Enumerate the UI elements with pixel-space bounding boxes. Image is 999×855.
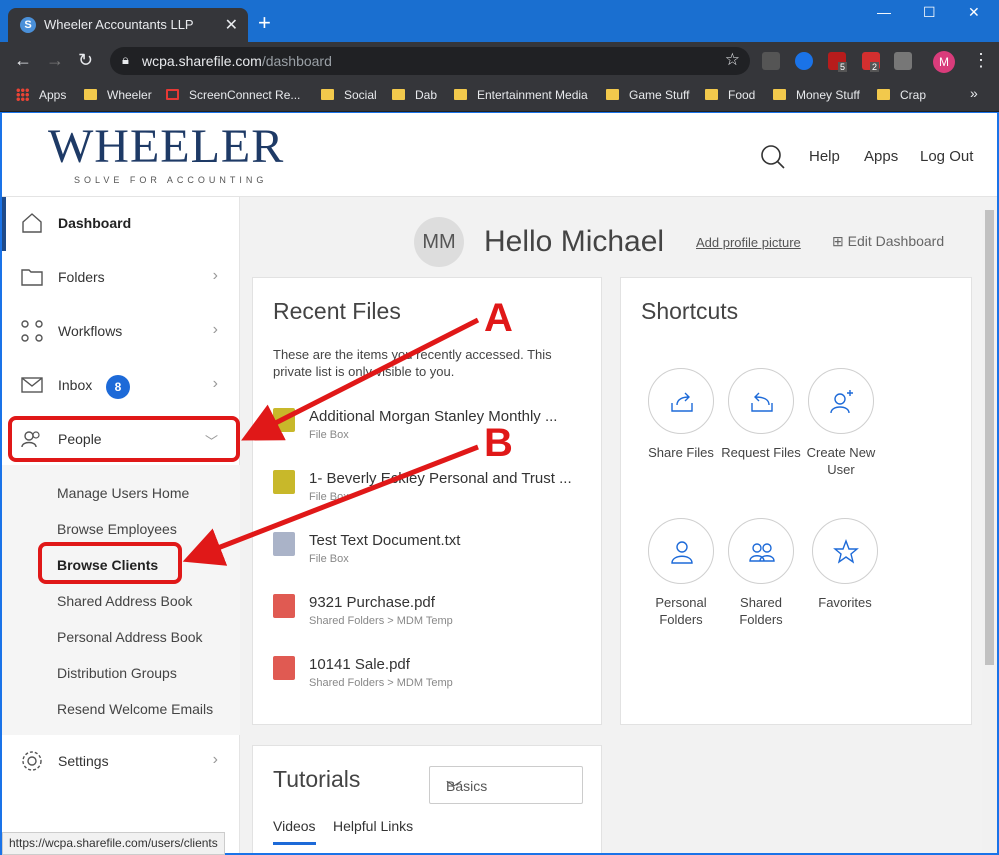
browser-window: S Wheeler Accountants LLP ✕ + — ☐ ✕ ← → …	[0, 0, 999, 855]
annotation-arrow-a	[241, 317, 480, 441]
status-bar-url: https://wcpa.sharefile.com/users/clients	[2, 832, 225, 855]
annotation-arrows	[182, 317, 480, 566]
annotation-arrow-b	[182, 444, 479, 566]
